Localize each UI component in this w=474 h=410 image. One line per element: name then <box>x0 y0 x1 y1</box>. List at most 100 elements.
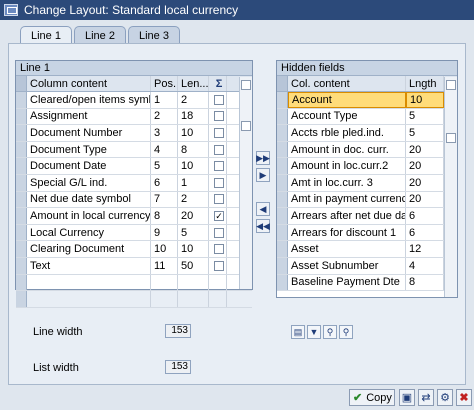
table-row[interactable]: Document Number 3 10 <box>16 125 252 142</box>
sum-cell[interactable] <box>209 174 227 191</box>
row-selector[interactable] <box>277 224 288 241</box>
vertical-scrollbar[interactable] <box>239 77 252 289</box>
column-content-cell[interactable]: Special G/L ind. <box>27 174 151 191</box>
column-content-cell[interactable]: Document Type <box>27 141 151 158</box>
position-cell[interactable]: 7 <box>151 191 178 208</box>
column-content-cell[interactable]: Baseline Payment Dte <box>288 274 406 291</box>
row-selector[interactable] <box>277 191 288 208</box>
column-content-cell[interactable]: Cleared/open items symbol <box>27 92 151 108</box>
select-all-cell[interactable] <box>277 76 288 91</box>
column-content-cell[interactable]: Arrears after net due dat... <box>288 208 406 224</box>
length-cell[interactable]: 5 <box>406 108 444 125</box>
row-selector[interactable] <box>16 158 27 174</box>
row-selector[interactable] <box>16 108 27 125</box>
filter-icon[interactable]: ▼ <box>307 325 321 339</box>
row-selector[interactable] <box>16 257 27 274</box>
save-layout-button[interactable]: ▣ <box>399 389 415 406</box>
sum-icon[interactable]: Σ <box>209 76 227 91</box>
sum-cell[interactable] <box>209 224 227 241</box>
transfer-button[interactable]: ⇄ <box>418 389 434 406</box>
length-cell[interactable]: 4 <box>406 257 444 274</box>
position-cell[interactable]: 2 <box>151 108 178 125</box>
sum-cell[interactable] <box>209 125 227 141</box>
length-cell[interactable]: 20 <box>406 141 444 158</box>
move-all-right-button[interactable]: ▶▶ <box>256 151 270 165</box>
row-selector[interactable] <box>16 208 27 224</box>
column-content-cell[interactable] <box>27 274 151 291</box>
column-content-cell[interactable]: Amount in local currency <box>27 208 151 224</box>
position-cell[interactable]: 6 <box>151 174 178 191</box>
length-cell[interactable]: 12 <box>406 241 444 257</box>
length-cell[interactable]: 2 <box>178 92 209 108</box>
table-row[interactable]: Arrears for discount 16 <box>277 224 457 242</box>
sum-checkbox[interactable] <box>214 194 224 205</box>
position-cell[interactable]: 10 <box>151 241 178 257</box>
row-selector[interactable] <box>16 92 27 108</box>
sum-checkbox[interactable] <box>214 127 224 138</box>
row-selector[interactable] <box>277 174 288 191</box>
tab-line-3[interactable]: Line 3 <box>127 26 180 44</box>
table-row[interactable]: Amount in loc.curr.2 20 <box>277 158 457 175</box>
table-row[interactable]: Document Date 5 10 <box>16 158 252 175</box>
column-header-length[interactable]: Lngth <box>406 76 444 91</box>
move-right-button[interactable]: ▶ <box>256 168 270 182</box>
position-cell[interactable]: 1 <box>151 92 178 108</box>
scroll-up-icon[interactable] <box>446 80 456 90</box>
row-selector[interactable] <box>277 125 288 141</box>
column-content-cell[interactable]: Document Number <box>27 125 151 141</box>
column-content-cell[interactable]: Local Currency <box>27 224 151 241</box>
table-row[interactable]: Special G/L ind. 6 1 <box>16 174 252 192</box>
position-cell[interactable] <box>151 274 178 291</box>
sum-cell[interactable] <box>209 291 227 307</box>
scroll-thumb[interactable] <box>241 121 251 131</box>
length-cell[interactable] <box>178 274 209 291</box>
move-all-left-button[interactable]: ◀◀ <box>256 219 270 233</box>
sum-checkbox[interactable] <box>214 177 224 188</box>
sum-checkbox[interactable] <box>214 94 224 105</box>
sum-checkbox[interactable] <box>214 260 224 271</box>
row-selector[interactable] <box>16 125 27 141</box>
table-row[interactable]: Net due date symbol 7 2 <box>16 191 252 209</box>
select-all-cell[interactable] <box>16 76 27 91</box>
row-selector[interactable] <box>16 191 27 208</box>
sum-checkbox[interactable] <box>214 244 224 255</box>
settings-button[interactable]: ⚙ <box>437 389 453 406</box>
length-cell[interactable]: 6 <box>406 208 444 224</box>
position-cell[interactable]: 9 <box>151 224 178 241</box>
sum-cell[interactable]: ✓ <box>209 208 227 224</box>
table-row[interactable]: Amt in loc.curr. 3 20 <box>277 174 457 192</box>
table-row[interactable]: Account 10 <box>277 92 457 109</box>
column-content-cell[interactable]: Text <box>27 257 151 274</box>
print-icon[interactable]: ▤ <box>291 325 305 339</box>
position-cell[interactable]: 3 <box>151 125 178 141</box>
length-cell[interactable]: 10 <box>178 125 209 141</box>
sum-cell[interactable] <box>209 257 227 274</box>
table-row[interactable]: Asset 12 <box>277 241 457 258</box>
table-row[interactable]: Amount in local currency 8 20 ✓ <box>16 208 252 225</box>
position-cell[interactable]: 8 <box>151 208 178 224</box>
sum-checkbox[interactable]: ✓ <box>214 210 224 221</box>
table-row[interactable]: Text 11 50 <box>16 257 252 275</box>
position-cell[interactable] <box>151 291 178 307</box>
row-selector[interactable] <box>277 241 288 257</box>
sum-cell[interactable] <box>209 191 227 208</box>
table-row[interactable]: Arrears after net due dat...6 <box>277 208 457 225</box>
sum-cell[interactable] <box>209 141 227 158</box>
column-content-cell[interactable]: Account Type <box>288 108 406 125</box>
table-row[interactable] <box>16 291 252 308</box>
table-row[interactable]: Clearing Document 10 10 <box>16 241 252 258</box>
column-header-pos[interactable]: Pos. <box>151 76 178 91</box>
table-row[interactable]: Amt in payment currency 20 <box>277 191 457 209</box>
table-row[interactable]: Accts rble pled.ind. 5 <box>277 125 457 142</box>
column-content-cell[interactable]: Asset <box>288 241 406 257</box>
column-content-cell[interactable]: Clearing Document <box>27 241 151 257</box>
column-content-cell[interactable]: Account <box>288 92 406 108</box>
sum-checkbox[interactable] <box>214 161 224 172</box>
row-selector[interactable] <box>16 224 27 241</box>
column-content-cell[interactable]: Net due date symbol <box>27 191 151 208</box>
column-content-cell[interactable]: Accts rble pled.ind. <box>288 125 406 141</box>
find-icon[interactable]: ⚲ <box>323 325 337 339</box>
row-selector[interactable] <box>16 174 27 191</box>
column-content-cell[interactable]: Arrears for discount 1 <box>288 224 406 241</box>
move-left-button[interactable]: ◀ <box>256 202 270 216</box>
